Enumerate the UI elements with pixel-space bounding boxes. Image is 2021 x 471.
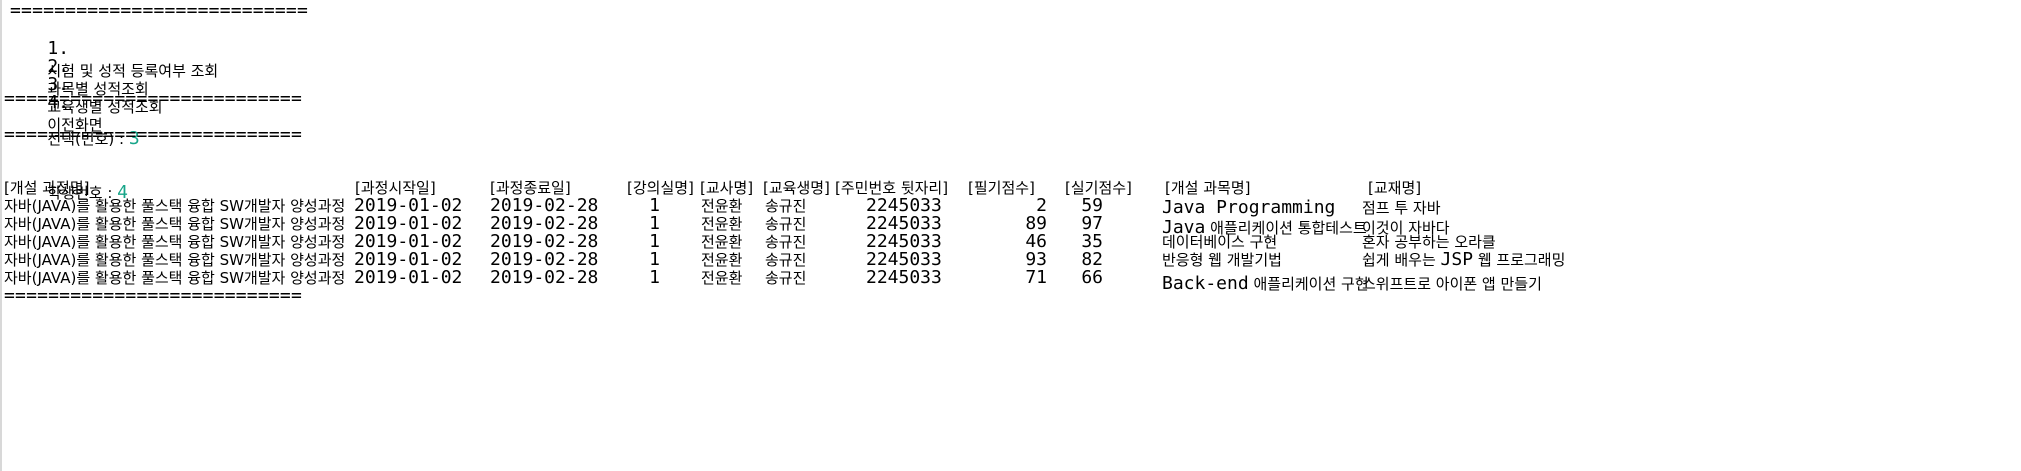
cell-teacher: 전윤환 [701,269,743,287]
cell-end-date: 2019-02-28 [490,267,599,288]
header-subject: [개설 과목명] [1165,179,1251,197]
cell-book: 쉽게 배우는 JSP 웹 프로그래밍 [1362,249,1566,270]
separator-selection: =========================== [4,124,302,145]
cell-subject: 반응형 웹 개발기법 [1162,251,1282,269]
header-book: [교재명] [1368,179,1422,197]
cell-subject: Java Programming [1162,197,1336,218]
cell-written-score: 71 [1025,267,1047,288]
cell-student: 송규진 [765,269,807,287]
cell-book: 점프 투 자바 [1362,199,1441,217]
cell-book: 스위프트로 아이폰 앱 만들기 [1362,275,1542,293]
cell-practical-score: 66 [1081,267,1103,288]
separator-bottom: =========================== [4,285,302,306]
cell-ssn: 2245033 [866,267,942,288]
cell-room: 1 [649,267,660,288]
console-left-border [0,0,2,471]
cell-subject: Back-end 애플리케이션 구현 [1162,273,1369,294]
cell-start-date: 2019-01-02 [354,267,463,288]
